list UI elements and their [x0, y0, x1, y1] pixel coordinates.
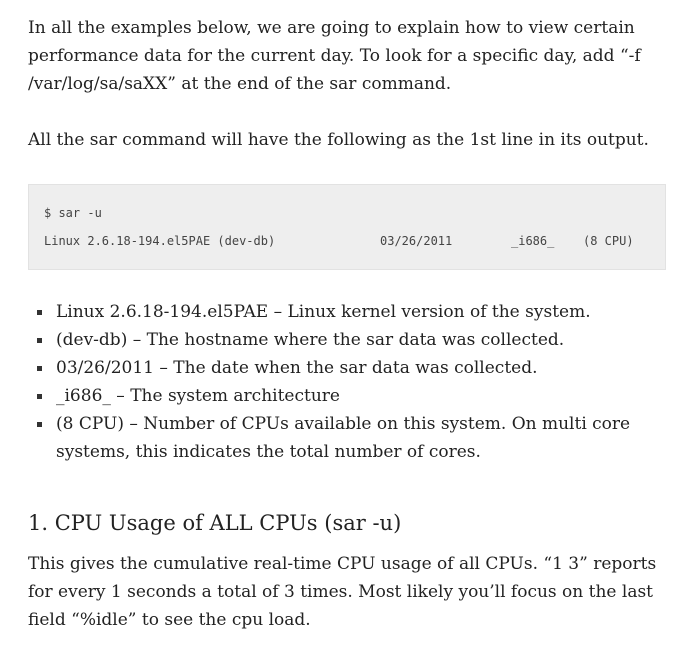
bullet-icon: [37, 310, 42, 315]
output-note-paragraph: All the sar command will have the follow…: [28, 130, 649, 150]
list-item-text: (dev-db) – The hostname where the sar da…: [56, 330, 565, 350]
code-arch: _i686_: [511, 234, 555, 248]
list-item: Linux 2.6.18-194.el5PAE – Linux kernel v…: [28, 298, 668, 326]
list-item: (8 CPU) – Number of CPUs available on th…: [28, 410, 668, 466]
code-block: $ sar -u Linux 2.6.18-194.el5PAE (dev-db…: [28, 184, 666, 270]
list-item: 03/26/2011 – The date when the sar data …: [28, 354, 668, 382]
list-item-text: 03/26/2011 – The date when the sar data …: [56, 358, 538, 378]
list-item: (dev-db) – The hostname where the sar da…: [28, 326, 668, 354]
list-item-text: _i686_ – The system architecture: [56, 386, 340, 406]
bullet-icon: [37, 366, 42, 371]
code-command-line: $ sar -u: [44, 206, 102, 220]
section-heading: 1. CPU Usage of ALL CPUs (sar -u): [28, 511, 402, 535]
section-paragraph: This gives the cumulative real-time CPU …: [28, 554, 657, 630]
list-item: _i686_ – The system architecture: [28, 382, 668, 410]
code-date: 03/26/2011: [380, 234, 453, 248]
field-description-list: Linux 2.6.18-194.el5PAE – Linux kernel v…: [28, 298, 668, 466]
code-kernel: Linux 2.6.18-194.el5PAE (dev-db): [44, 234, 276, 248]
list-item-text: (8 CPU) – Number of CPUs available on th…: [56, 414, 631, 462]
intro-paragraph: In all the examples below, we are going …: [28, 18, 641, 94]
bullet-icon: [37, 422, 42, 427]
bullet-icon: [37, 394, 42, 399]
code-cpu: (8 CPU): [583, 234, 634, 248]
list-item-text: Linux 2.6.18-194.el5PAE – Linux kernel v…: [56, 302, 591, 322]
bullet-icon: [37, 338, 42, 343]
